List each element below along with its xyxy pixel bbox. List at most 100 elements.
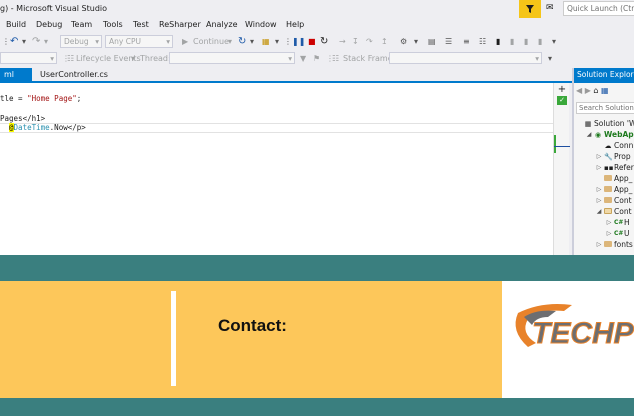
expanded-arrow-icon[interactable]: ◢ [596,208,602,215]
continue-button[interactable]: Continue [193,34,229,48]
tree-item-user-controller[interactable]: ▷ C# U [606,228,630,239]
tree-item-label: Cont [614,207,632,216]
lifecycle-dropdown-icon[interactable]: ▾ [131,51,135,65]
toolbar2-overflow-icon[interactable]: ▾ [548,51,552,65]
browser-link-dropdown-icon[interactable]: ▾ [275,34,279,48]
logo-swoosh-icon: TECHP [515,304,634,351]
collapsed-arrow-icon[interactable]: ▷ [596,197,602,204]
collapsed-arrow-icon[interactable]: ▷ [596,241,602,248]
menu-team[interactable]: Team [71,20,92,29]
stack-frame-label: Stack Frame: [343,53,396,63]
menu-build[interactable]: Build [6,20,26,29]
comment-icon[interactable]: ▤ [428,34,436,48]
menu-window[interactable]: Window [245,20,277,29]
prev-bookmark-icon[interactable]: ▮ [510,34,514,48]
tree-item-app-data[interactable]: App_ [596,173,632,184]
solution-configuration-select[interactable]: Debug ▾ [60,35,102,48]
split-plus-icon[interactable]: + [557,85,567,95]
uncomment-icon[interactable]: ☰ [445,34,452,48]
thread-flag-icon[interactable]: ⚑ [313,51,320,65]
feedback-icon[interactable]: ✉ [546,3,554,13]
tree-item-home-controller[interactable]: ▷ C# H [606,217,630,228]
notification-filter-button[interactable] [519,0,541,18]
show-next-statement-icon[interactable]: → [339,34,346,48]
break-all-pause-icon[interactable]: ❚❚ [292,34,305,48]
back-icon[interactable]: ◀ [576,86,582,95]
stack-frame-select[interactable]: ▾ [389,52,542,64]
toolbar-grip-icon: ⋮ [2,36,10,46]
logo-text: TECHP [532,317,634,350]
tree-item-content[interactable]: ▷ Cont [596,195,632,206]
clear-bookmarks-icon[interactable]: ▮ [538,34,542,48]
menu-test[interactable]: Test [133,20,149,29]
title-bar: g) - Microsoft Visual Studio ✉ Quick Lau… [0,0,634,18]
hex-dropdown-icon[interactable]: ▾ [414,34,418,48]
tree-item-properties[interactable]: ▷ 🔧 Prop [596,151,631,162]
outdent-icon[interactable]: ☷ [479,34,486,48]
panel-divider [171,291,176,386]
tree-item-solution[interactable]: ▦ Solution 'W [576,118,634,129]
menu-tools[interactable]: Tools [103,20,123,29]
solution-search-input[interactable]: Search Solution E [576,102,634,114]
collapsed-arrow-icon[interactable]: ▷ [606,219,612,226]
references-icon: ▪▪ [604,163,614,172]
browser-link-icon[interactable]: ▦ [262,34,270,48]
redo-icon[interactable]: ↷ [32,34,40,48]
tree-item-label: Refer [614,163,634,172]
tree-item-label: fonts [614,240,633,249]
solution-platform-select[interactable]: Any CPU ▾ [105,35,173,48]
code-token: .Now</p> [49,123,86,132]
document-tab-strip: ml UserController.cs [0,68,572,83]
thread-select[interactable]: ▾ [169,52,295,64]
refresh-icon[interactable]: ↻ [238,34,246,48]
tree-item-app-start[interactable]: ▷ App_ [596,184,633,195]
refresh-dropdown-icon[interactable]: ▾ [250,34,254,48]
restart-icon[interactable]: ↻ [320,34,328,48]
tree-item-connected-services[interactable]: ☁ Conn [596,140,634,151]
indent-icon[interactable]: ≡ [463,34,470,48]
tree-item-fonts[interactable]: ▷ fonts [596,239,633,250]
forward-icon[interactable]: ▶ [585,86,591,95]
continue-dropdown-icon[interactable]: ▾ [228,34,232,48]
company-logo: TECHP [502,281,634,398]
step-out-icon[interactable]: ↥ [381,34,388,48]
collapsed-arrow-icon[interactable]: ▷ [596,186,602,193]
solution-icon: ▦ [584,119,592,128]
undo-dropdown-icon[interactable]: ▾ [22,34,26,48]
tree-item-project[interactable]: ◢◉WebApp [586,129,634,140]
step-into-icon[interactable]: ↧ [352,34,359,48]
process-select[interactable]: ▾ [0,52,57,64]
step-over-icon[interactable]: ↷ [366,34,373,48]
editor-vertical-scrollbar[interactable]: + ✓ [553,83,570,255]
tree-item-controllers[interactable]: ◢ Cont [596,206,632,217]
quick-launch-input[interactable]: Quick Launch (Ctrl+ [563,1,634,16]
menu-resharper[interactable]: ReSharper [159,20,201,29]
switch-views-icon[interactable]: ▦ [601,86,609,95]
hex-display-icon[interactable]: ⚙ [400,34,407,48]
open-folder-icon [604,207,612,216]
stop-debugging-icon[interactable]: ■ [308,34,316,48]
menu-debug[interactable]: Debug [36,20,62,29]
expanded-arrow-icon[interactable]: ◢ [586,131,592,138]
tree-item-references[interactable]: ▷ ▪▪ Refer [596,162,634,173]
redo-dropdown-icon[interactable]: ▾ [44,34,48,48]
toolbar-overflow-icon[interactable]: ▾ [552,34,556,48]
undo-icon[interactable]: ↶ [10,34,18,48]
continue-play-icon[interactable]: ▶ [182,34,188,48]
home-icon[interactable]: ⌂ [593,86,598,95]
collapsed-arrow-icon[interactable]: ▷ [596,153,602,160]
thread-filter-icon[interactable]: ▼ [300,51,306,65]
configuration-value: Debug [64,37,89,46]
contact-panel [0,281,502,398]
menu-analyze[interactable]: Analyze [206,20,238,29]
code-editor[interactable]: tle = "Home Page"; Pages</h1> @DateTime.… [0,83,553,255]
bookmark-icon[interactable]: ▮ [496,34,500,48]
wrench-icon: 🔧 [604,152,613,161]
collapsed-arrow-icon[interactable]: ▷ [596,164,602,171]
window-title: g) - Microsoft Visual Studio [0,4,108,13]
menu-help[interactable]: Help [286,20,304,29]
collapsed-arrow-icon[interactable]: ▷ [606,230,612,237]
next-bookmark-icon[interactable]: ▮ [524,34,528,48]
tab-cshtml[interactable]: ml [0,68,32,81]
tab-user-controller[interactable]: UserController.cs [36,68,112,81]
